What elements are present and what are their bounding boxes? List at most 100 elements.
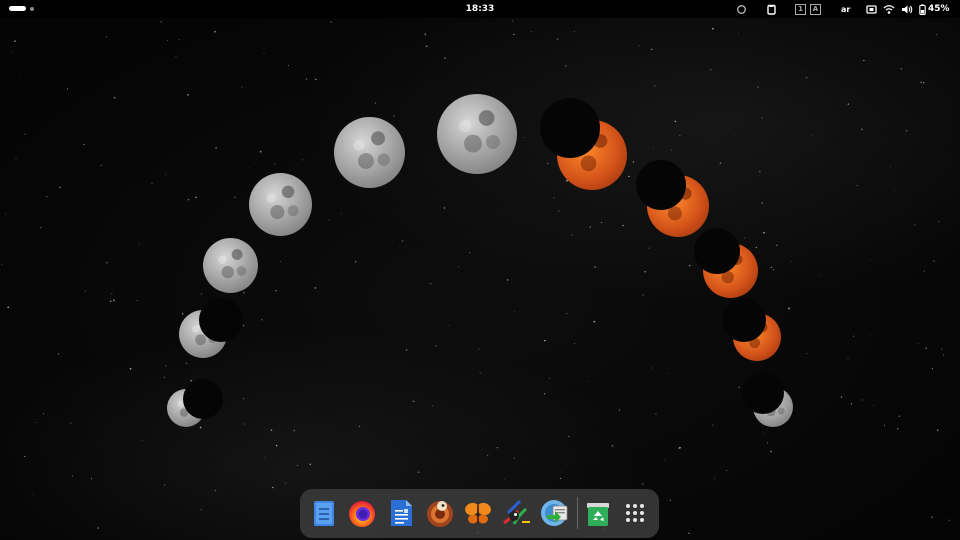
star [504,478,506,480]
dock-app-bird[interactable] [424,497,456,529]
moon-red-shadow-3 [694,228,740,274]
star [644,271,646,273]
star [761,202,763,204]
dock-app-files[interactable] [308,497,340,529]
star [275,444,278,447]
star [14,40,16,42]
star [315,78,317,81]
star [931,368,933,370]
star [611,444,614,447]
star [374,102,376,104]
moon-grey-5 [334,117,405,188]
star [284,482,287,484]
dock-app-butterfly[interactable] [462,497,494,529]
star [573,30,575,32]
star [512,80,514,82]
star [719,162,722,164]
star [138,243,140,245]
input-method-indicator[interactable]: 1 A [795,3,821,15]
star [469,252,471,254]
system-menu[interactable]: 45% [866,3,950,15]
star [24,456,26,458]
keyboard-layout[interactable]: ar [841,3,850,15]
star [679,446,681,449]
star [923,82,925,84]
star [187,198,190,201]
star [401,240,404,242]
star [243,423,246,425]
star [70,422,72,424]
star [738,33,739,35]
star [898,415,901,417]
star [936,429,939,431]
star [106,36,108,38]
star [566,312,568,315]
star [593,320,596,323]
star [942,354,945,356]
star [15,157,17,159]
star [330,21,332,23]
star [302,159,304,161]
star [213,240,215,242]
star [67,88,68,90]
star [479,372,481,374]
star [113,299,115,302]
star [405,349,408,351]
star [890,166,892,168]
star [214,30,216,33]
star [340,213,342,215]
star [97,527,99,529]
clipboard-indicator[interactable] [766,3,777,15]
star [674,120,677,123]
star [270,429,273,432]
star [514,311,516,313]
star [151,182,153,184]
star [431,405,434,407]
star [478,348,480,350]
star [744,237,745,239]
star [328,219,330,221]
star [458,266,459,268]
star [759,170,761,173]
dock-app-firefox[interactable] [346,497,378,529]
star [546,162,549,165]
star [914,224,916,226]
star [164,484,166,486]
dock-app-paint[interactable] [500,497,532,529]
star [280,260,281,262]
star [187,94,189,96]
star [5,213,7,215]
dock-app-document[interactable] [385,497,417,529]
star [770,266,772,268]
star [293,429,296,432]
star [948,519,951,522]
star [90,478,93,480]
star [651,367,653,369]
star [275,153,277,155]
star [710,69,712,71]
star [847,358,849,360]
star [671,149,673,151]
star [767,442,769,444]
star [195,196,197,199]
star [548,378,550,379]
star [559,477,562,479]
app-grid-icon [626,504,644,522]
star [393,115,395,117]
dock-app-trash[interactable] [582,497,614,529]
star [113,96,116,99]
star [178,39,180,41]
star [648,247,650,249]
star [424,33,427,36]
dock-app-transfer[interactable] [539,497,571,529]
star [869,259,871,260]
star [594,266,596,268]
star [242,398,244,400]
star [653,146,654,148]
star [92,85,94,87]
recording-indicator[interactable] [736,3,747,15]
star [425,45,428,48]
star [688,532,690,535]
star [755,246,757,249]
dock-show-applications[interactable] [619,497,651,529]
